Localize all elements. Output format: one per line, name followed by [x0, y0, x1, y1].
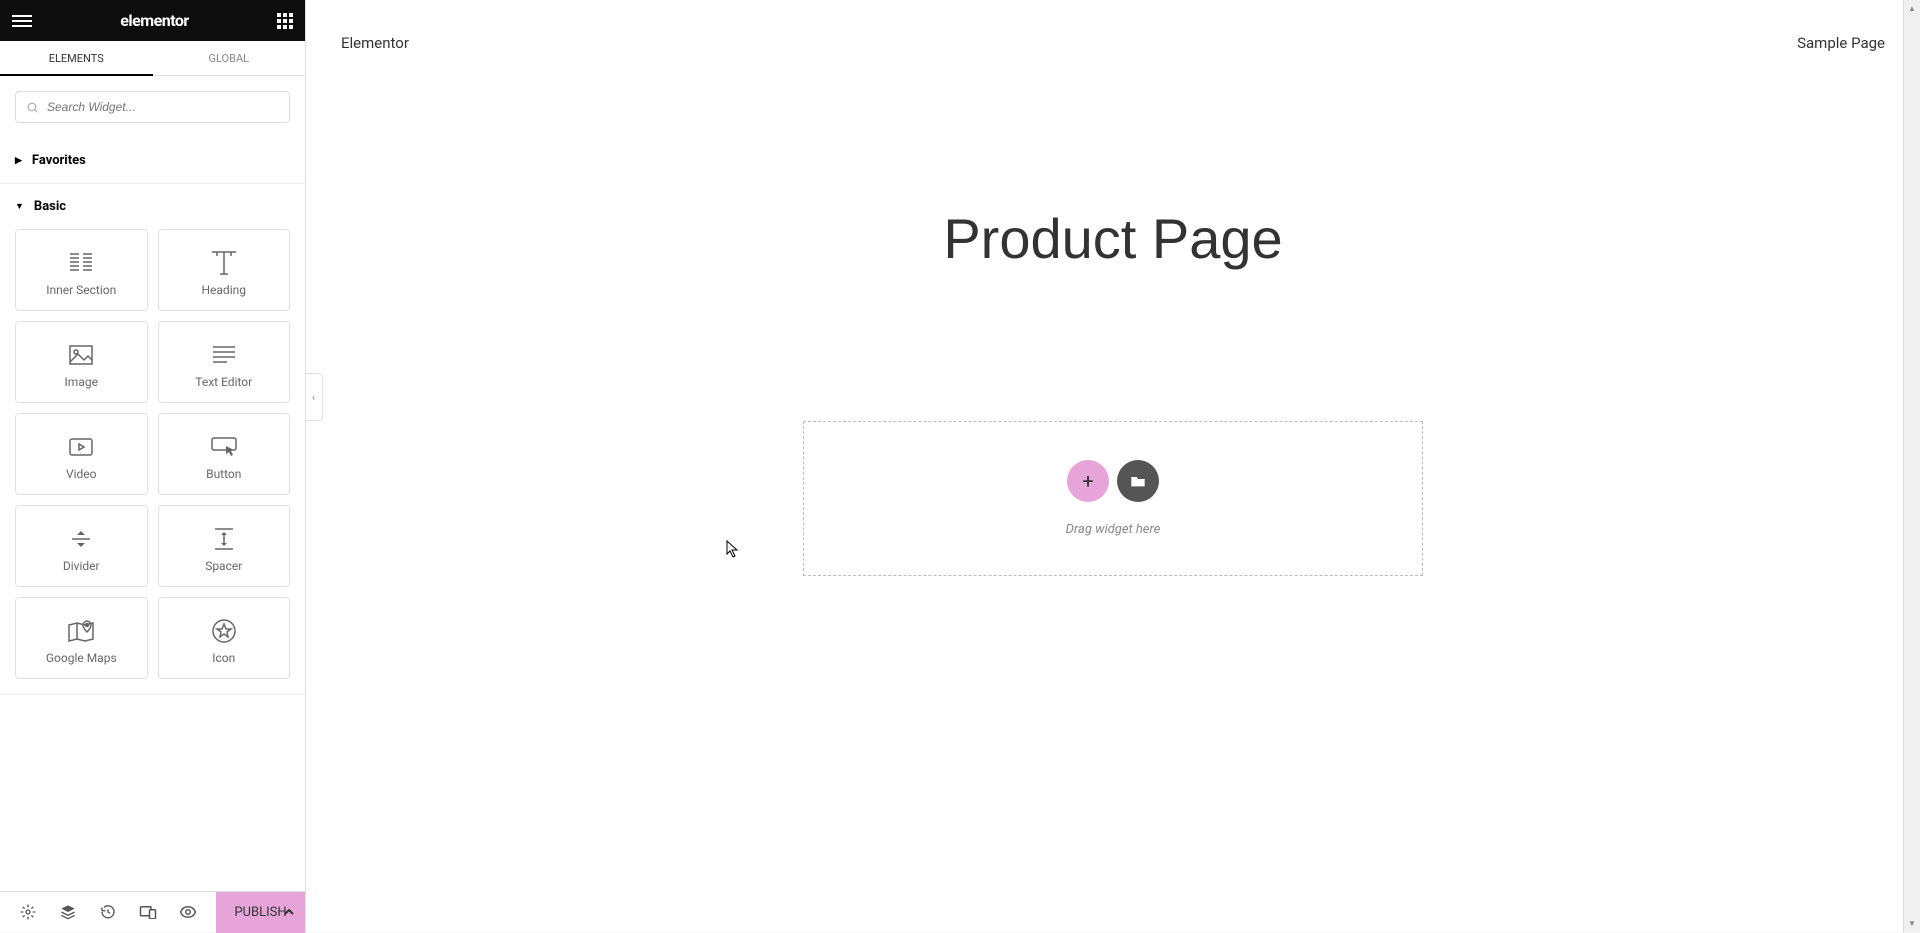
- widget-label: Heading: [201, 283, 246, 297]
- widget-spacer[interactable]: Spacer: [158, 505, 291, 587]
- navigator-icon[interactable]: [48, 892, 88, 933]
- drop-zone[interactable]: + Drag widget here: [803, 421, 1423, 576]
- nav-link-sample-page[interactable]: Sample Page: [1797, 34, 1885, 52]
- widget-label: Google Maps: [46, 651, 117, 665]
- settings-icon[interactable]: [8, 892, 48, 933]
- sidebar-header: elementor: [0, 0, 305, 41]
- apps-icon[interactable]: [277, 13, 293, 29]
- publish-button[interactable]: PUBLISH: [216, 892, 305, 933]
- widget-divider[interactable]: Divider: [15, 505, 148, 587]
- cursor-icon: [726, 540, 740, 562]
- text-editor-icon: [211, 335, 237, 375]
- widget-label: Spacer: [205, 559, 242, 573]
- tab-global[interactable]: GLOBAL: [153, 41, 306, 75]
- favorites-header[interactable]: ▶ Favorites: [0, 138, 305, 183]
- video-icon: [68, 427, 94, 467]
- favorites-label: Favorites: [32, 153, 86, 168]
- drop-buttons: +: [1067, 460, 1159, 502]
- widget-label: Video: [66, 467, 97, 481]
- nav-link-elementor[interactable]: Elementor: [341, 34, 409, 52]
- widget-text-editor[interactable]: Text Editor: [158, 321, 291, 403]
- sidebar-panel: elementor ELEMENTS GLOBAL ▶ Favorites ▼ …: [0, 0, 306, 932]
- drop-text: Drag widget here: [1066, 522, 1161, 537]
- widgets-grid: Inner Section Heading: [0, 229, 305, 694]
- responsive-icon[interactable]: [128, 892, 168, 933]
- widget-label: Icon: [212, 651, 235, 665]
- category-favorites: ▶ Favorites: [0, 138, 305, 184]
- icon-icon: [211, 611, 237, 651]
- search-input[interactable]: [47, 100, 279, 114]
- spacer-icon: [213, 519, 235, 559]
- widget-label: Button: [206, 467, 241, 481]
- chevron-down-icon: ▼: [15, 201, 24, 212]
- chevron-right-icon: ▶: [15, 156, 22, 166]
- search-box[interactable]: [15, 91, 290, 123]
- preview-area: ‹ Elementor Sample Page Product Page + D…: [306, 0, 1920, 932]
- widget-label: Text Editor: [195, 375, 252, 389]
- google-maps-icon: [67, 611, 95, 651]
- image-icon: [68, 335, 94, 375]
- widget-google-maps[interactable]: Google Maps: [15, 597, 148, 679]
- tab-elements[interactable]: ELEMENTS: [0, 41, 153, 75]
- history-icon[interactable]: [88, 892, 128, 933]
- top-nav: Elementor Sample Page: [306, 0, 1920, 86]
- widget-label: Inner Section: [46, 283, 116, 297]
- sidebar-footer: PUBLISH: [0, 891, 305, 932]
- basic-header[interactable]: ▼ Basic: [0, 184, 305, 229]
- collapse-panel-handle[interactable]: ‹: [306, 373, 323, 421]
- divider-icon: [70, 519, 92, 559]
- scrollbar[interactable]: [1903, 0, 1920, 932]
- folder-icon: [1130, 474, 1146, 488]
- panel-tabs: ELEMENTS GLOBAL: [0, 41, 305, 76]
- button-icon: [210, 427, 238, 467]
- page-title: Product Page: [306, 206, 1920, 271]
- heading-icon: [210, 243, 238, 283]
- chevron-up-icon[interactable]: [283, 905, 295, 920]
- search-container: [0, 76, 305, 138]
- inner-section-icon: [68, 243, 94, 283]
- widget-label: Divider: [63, 559, 100, 573]
- search-icon: [26, 101, 39, 114]
- widget-heading[interactable]: Heading: [158, 229, 291, 311]
- category-basic: ▼ Basic Inner Section: [0, 184, 305, 695]
- widget-icon[interactable]: Icon: [158, 597, 291, 679]
- widget-button[interactable]: Button: [158, 413, 291, 495]
- plus-icon: +: [1082, 469, 1093, 493]
- basic-label: Basic: [34, 199, 66, 214]
- widget-video[interactable]: Video: [15, 413, 148, 495]
- add-template-button[interactable]: [1117, 460, 1159, 502]
- add-section-button[interactable]: +: [1067, 460, 1109, 502]
- preview-icon[interactable]: [168, 892, 208, 933]
- publish-label: PUBLISH: [234, 905, 286, 920]
- widget-image[interactable]: Image: [15, 321, 148, 403]
- logo: elementor: [120, 11, 189, 30]
- widget-label: Image: [65, 375, 98, 389]
- footer-icons: [0, 892, 216, 933]
- widget-inner-section[interactable]: Inner Section: [15, 229, 148, 311]
- menu-icon[interactable]: [12, 15, 32, 27]
